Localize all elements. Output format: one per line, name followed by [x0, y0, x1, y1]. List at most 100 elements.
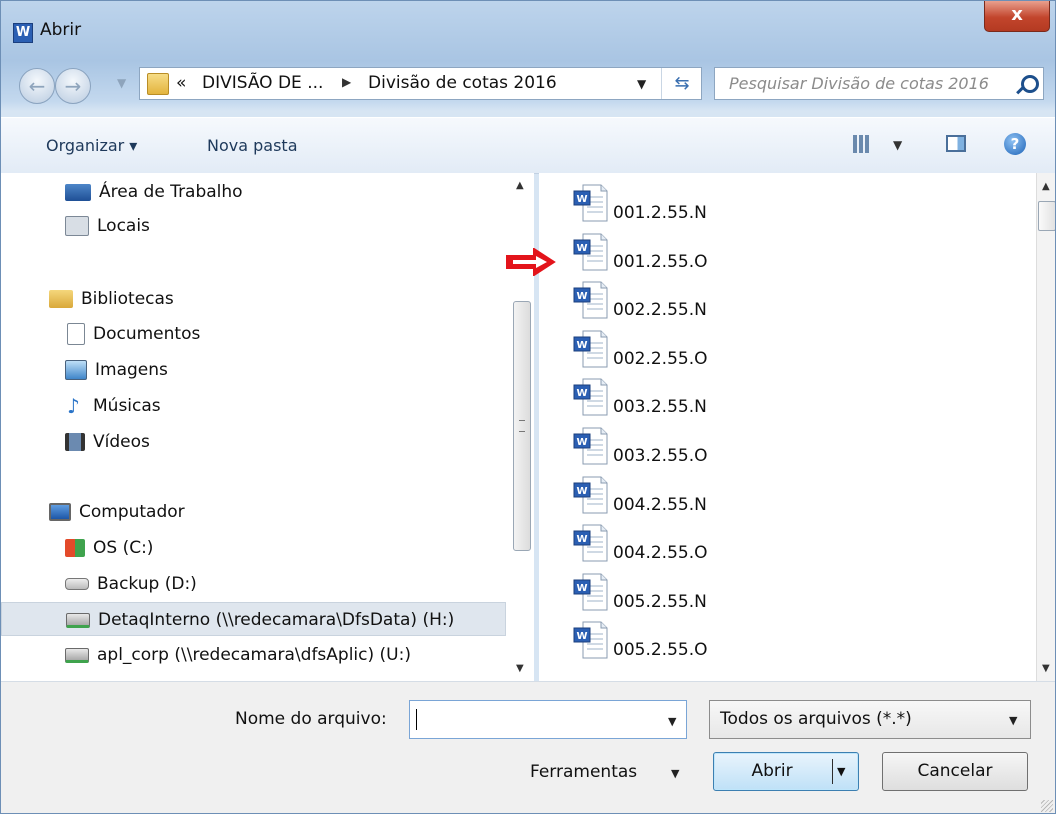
view-mode-icon[interactable] [853, 135, 871, 153]
breadcrumb-item[interactable]: Divisão de cotas 2016 [368, 73, 557, 93]
word-document-icon: W [573, 378, 608, 416]
svg-text:W: W [576, 243, 587, 254]
nav-item-backup-drive[interactable]: Backup (D:) [65, 567, 197, 601]
nav-item-computer[interactable]: Computador [49, 495, 185, 529]
scrollbar-thumb[interactable] [1038, 201, 1055, 231]
file-name: 003.2.55.N [613, 397, 707, 418]
open-button-label: Abrir [751, 761, 793, 781]
address-bar[interactable]: « DIVISÃO DE ... ▶ Divisão de cotas 2016… [139, 67, 702, 100]
nav-item-label: Documentos [93, 324, 201, 344]
file-name: 005.2.55.N [613, 591, 707, 612]
word-document-icon: W [573, 427, 608, 465]
search-input[interactable]: Pesquisar Divisão de cotas 2016 [729, 74, 989, 93]
nav-item-apl-corp[interactable]: apl_corp (\\redecamara\dfsAplic) (U:) [65, 638, 411, 672]
address-dropdown-icon[interactable]: ▼ [637, 77, 646, 91]
folder-icon [147, 73, 169, 95]
nav-item-videos[interactable]: Vídeos [65, 425, 150, 459]
preview-pane-icon[interactable] [946, 135, 966, 152]
file-list-scrollbar[interactable]: ▲ ▼ [1036, 173, 1055, 681]
file-name: 001.2.55.O [613, 251, 708, 272]
tools-menu[interactable]: Ferramentas [530, 762, 637, 782]
nav-item-label: DetaqInterno (\\redecamara\DfsData) (H:) [98, 610, 455, 630]
back-arrow-icon: ← [28, 74, 46, 98]
nav-item-documents[interactable]: Documentos [67, 317, 200, 351]
scroll-down-icon[interactable]: ▼ [1042, 663, 1050, 674]
nav-item-label: Imagens [95, 360, 168, 380]
filename-label: Nome do arquivo: [235, 709, 387, 729]
file-name: 002.2.55.N [613, 300, 707, 321]
view-mode-dropdown[interactable]: ▼ [893, 138, 902, 152]
tools-dropdown-icon[interactable]: ▼ [671, 767, 679, 780]
file-type-value: Todos os arquivos (*.*) [720, 709, 912, 729]
split-divider [832, 759, 833, 784]
nav-item-label: OS (C:) [93, 538, 154, 558]
svg-text:W: W [576, 194, 587, 205]
nav-item-desktop[interactable]: Área de Trabalho [65, 175, 243, 209]
filename-dropdown-icon[interactable]: ▼ [668, 715, 676, 728]
open-file-dialog: W Abrir x ← → ▼ « DIVISÃO DE ... ▶ Divis… [0, 0, 1056, 814]
breadcrumb-item[interactable]: DIVISÃO DE ... [202, 73, 323, 93]
nav-item-pictures[interactable]: Imagens [65, 353, 168, 387]
file-name: 002.2.55.O [613, 348, 708, 369]
back-button[interactable]: ← [19, 68, 55, 104]
resize-grip-icon[interactable] [1041, 800, 1053, 812]
svg-text:W: W [576, 388, 587, 399]
help-icon[interactable]: ? [1004, 133, 1026, 155]
nav-item-music[interactable]: ♪ Músicas [67, 389, 161, 423]
file-name: 003.2.55.O [613, 446, 708, 466]
filename-input[interactable]: ▼ [409, 700, 687, 739]
desktop-icon [65, 183, 91, 201]
file-type-select[interactable]: Todos os arquivos (*.*) ▼ [709, 700, 1031, 739]
nav-item-label: Computador [79, 502, 185, 522]
scroll-up-icon[interactable]: ▲ [516, 180, 524, 191]
svg-text:W: W [576, 583, 587, 594]
nav-item-libraries[interactable]: Bibliotecas [49, 282, 174, 316]
nav-item-os-drive[interactable]: OS (C:) [65, 531, 153, 565]
recent-locations-dropdown[interactable]: ▼ [117, 76, 126, 90]
word-document-icon: W [573, 621, 608, 659]
refresh-button[interactable]: ⇆ [661, 68, 702, 99]
nav-item-label: apl_corp (\\redecamara\dfsAplic) (U:) [97, 645, 411, 665]
file-list: W 001.2.55.N W 001.2.55.O W 002.2.55.N W 002.2.… [539, 173, 1036, 681]
network-drive-icon [66, 612, 90, 628]
word-document-icon: W [573, 476, 608, 514]
breadcrumb-overflow[interactable]: « [176, 73, 186, 93]
nav-item-detaqinterno[interactable]: DetaqInterno (\\redecamara\DfsData) (H:) [1, 602, 506, 636]
new-folder-button[interactable]: Nova pasta [207, 136, 298, 155]
title-bar[interactable]: W Abrir x [1, 1, 1055, 56]
videos-icon [65, 433, 85, 451]
word-document-icon: W [573, 281, 608, 319]
cancel-button[interactable]: Cancelar [882, 752, 1028, 791]
open-options-dropdown-icon[interactable]: ▼ [837, 753, 845, 790]
os-drive-icon [65, 539, 85, 557]
chevron-down-icon: ▼ [1009, 714, 1018, 727]
file-name: 004.2.55.O [613, 543, 708, 564]
nav-item-label: Vídeos [93, 432, 150, 452]
file-name: 005.2.55.O [613, 640, 708, 661]
nav-item-recent-places[interactable]: Locais [65, 209, 150, 243]
search-icon[interactable] [1021, 75, 1039, 93]
scroll-down-icon[interactable]: ▼ [516, 663, 524, 674]
search-box[interactable]: Pesquisar Divisão de cotas 2016 [714, 67, 1044, 100]
refresh-icon: ⇆ [674, 73, 690, 94]
network-drive-icon [65, 647, 89, 663]
file-name: 004.2.55.N [613, 494, 707, 515]
grip-icon [519, 420, 525, 432]
word-document-icon: W [573, 330, 608, 368]
window-title: Abrir [40, 20, 82, 40]
close-button[interactable]: x [984, 1, 1050, 32]
music-icon: ♪ [67, 394, 80, 418]
documents-icon [67, 323, 85, 345]
scrollbar-thumb[interactable] [513, 301, 531, 551]
nav-item-label: Backup (D:) [97, 574, 197, 594]
text-caret [416, 709, 417, 730]
organize-menu[interactable]: Organizar ▾ [46, 136, 137, 155]
breadcrumb-separator-icon[interactable]: ▶ [342, 75, 351, 89]
command-bar: Organizar ▾ Nova pasta ▼ ? [1, 117, 1055, 174]
open-button[interactable]: Abrir ▼ [713, 752, 859, 791]
scroll-up-icon[interactable]: ▲ [1042, 181, 1050, 192]
svg-text:W: W [576, 534, 587, 545]
forward-button[interactable]: → [55, 68, 91, 104]
svg-text:W: W [576, 437, 587, 448]
navigation-bar: ← → ▼ « DIVISÃO DE ... ▶ Divisão de cota… [1, 61, 1055, 111]
